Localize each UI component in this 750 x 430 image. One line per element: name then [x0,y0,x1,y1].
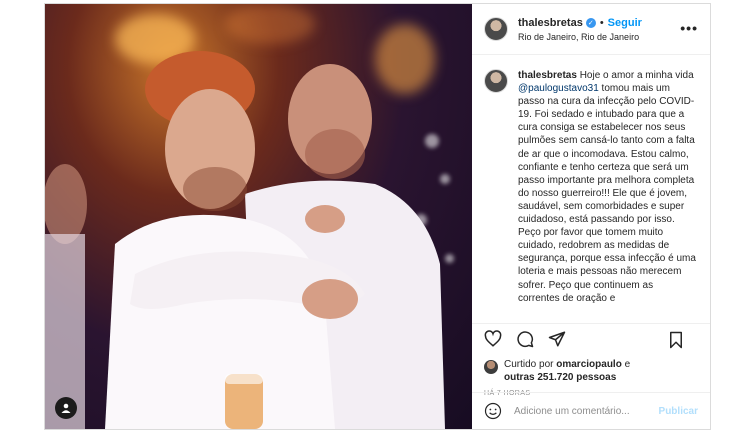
caption-text: thalesbretas Hoje o amor a minha vida @p… [518,69,696,323]
emoji-icon[interactable] [484,402,502,420]
comment-bar: Publicar [472,392,710,429]
caption-username[interactable]: thalesbretas [518,70,577,81]
instagram-post: thalesbretas ✓ • Seguir Rio de Janeiro, … [44,3,711,430]
likes-summary: Curtido por omarciopaulo e outras 251.72… [472,354,710,384]
liker-avatar[interactable] [484,360,498,374]
share-icon[interactable] [548,330,566,348]
header-username[interactable]: thalesbretas [518,17,583,29]
separator-dot: • [599,16,604,29]
avatar[interactable] [484,69,508,93]
publish-button[interactable]: Publicar [659,406,698,417]
follow-button[interactable]: Seguir [608,17,642,29]
people-illustration [45,51,445,429]
caption-mention-link[interactable]: @paulogustavo31 [518,83,599,94]
post-header: thalesbretas ✓ • Seguir Rio de Janeiro, … [472,4,710,55]
caption-section: thalesbretas Hoje o amor a minha vida @p… [472,55,710,323]
likes-joiner: e [624,359,631,370]
avatar[interactable] [484,17,508,41]
tagged-users-icon[interactable] [55,397,77,419]
bookmark-icon[interactable] [668,331,684,349]
likes-count-link[interactable]: outras 251.720 pessoas [504,372,616,383]
verified-badge-icon: ✓ [585,17,596,28]
location-link[interactable]: Rio de Janeiro, Rio de Janeiro [518,32,642,42]
heart-icon[interactable] [484,330,502,348]
comment-icon[interactable] [516,330,534,348]
caption-after-mention: tomou mais um passo na cura da infecção … [518,83,696,304]
likes-prefix: Curtido por [504,359,554,370]
liker-username[interactable]: omarciopaulo [556,359,622,370]
post-sidebar: thalesbretas ✓ • Seguir Rio de Janeiro, … [472,4,710,429]
post-photo[interactable] [45,4,472,429]
more-options-icon[interactable]: ••• [680,20,698,36]
action-bar [472,323,710,354]
comment-input[interactable] [512,404,659,418]
caption-before-mention: Hoje o amor a minha vida [579,70,694,81]
